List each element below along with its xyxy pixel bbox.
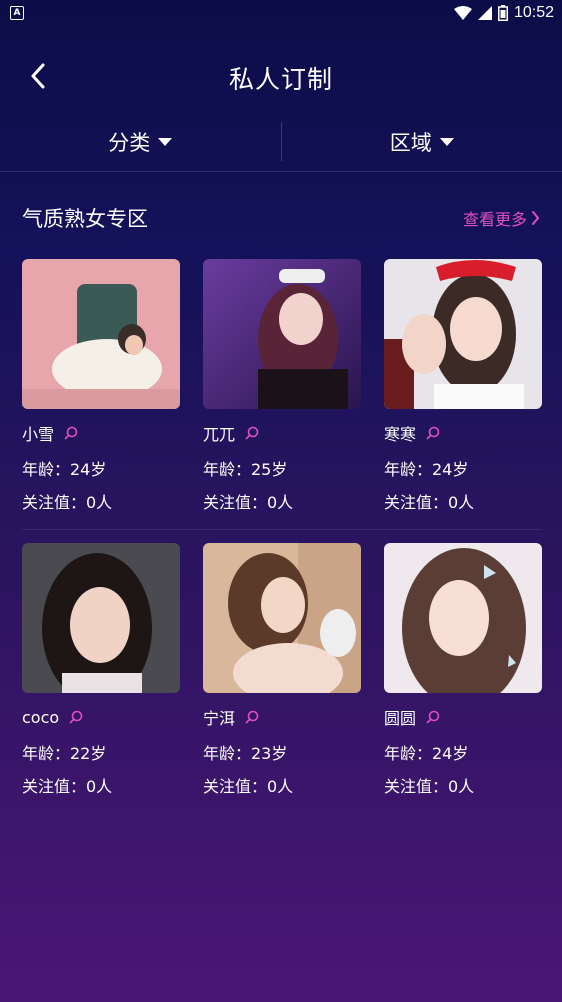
profile-followers: 关注值：0人 bbox=[22, 777, 113, 796]
profile-grid: 小雪 年龄：24岁 关注值：0人 兀兀 年龄：25岁 关注值：0人 寒寒 年龄：… bbox=[22, 259, 542, 827]
status-bar: A 10:52 bbox=[0, 0, 562, 26]
status-time: 10:52 bbox=[513, 4, 554, 21]
filter-bar: 分类 区域 bbox=[0, 112, 562, 172]
profile-followers: 关注值：0人 bbox=[203, 777, 294, 796]
see-more-link[interactable]: 查看更多 bbox=[463, 206, 540, 230]
battery-icon bbox=[497, 5, 508, 21]
chevron-right-icon bbox=[532, 211, 540, 225]
caret-down-icon bbox=[158, 137, 173, 146]
see-more-label: 查看更多 bbox=[462, 210, 527, 229]
notification-icon: A bbox=[10, 6, 24, 20]
profile-photo bbox=[22, 259, 180, 409]
profile-name: 小雪 bbox=[22, 425, 55, 444]
female-icon bbox=[245, 426, 259, 440]
profile-row: 小雪 年龄：24岁 关注值：0人 兀兀 年龄：25岁 关注值：0人 寒寒 年龄：… bbox=[22, 259, 542, 543]
region-filter-label: 区域 bbox=[389, 130, 432, 155]
profile-row: coco 年龄：22岁 关注值：0人 宁洱 年龄：23岁 关注值：0人 圆圆 年… bbox=[22, 543, 542, 827]
female-icon bbox=[245, 710, 259, 724]
profile-age: 年龄：25岁 bbox=[203, 460, 288, 479]
profile-age: 年龄：24岁 bbox=[22, 460, 107, 479]
profile-name: 寒寒 bbox=[384, 425, 417, 444]
wifi-icon bbox=[453, 6, 472, 20]
profile-photo bbox=[203, 259, 361, 409]
row-divider bbox=[22, 529, 542, 530]
profile-name: 兀兀 bbox=[203, 425, 236, 444]
profile-card[interactable]: 宁洱 年龄：23岁 关注值：0人 bbox=[203, 543, 361, 827]
signal-icon bbox=[477, 6, 492, 20]
profile-card[interactable]: 兀兀 年龄：25岁 关注值：0人 bbox=[203, 259, 361, 543]
profile-followers: 关注值：0人 bbox=[203, 493, 294, 512]
profile-card[interactable]: 寒寒 年龄：24岁 关注值：0人 bbox=[384, 259, 542, 543]
section-header: 气质熟女专区 查看更多 bbox=[22, 200, 540, 236]
profile-card[interactable]: 圆圆 年龄：24岁 关注值：0人 bbox=[384, 543, 542, 827]
profile-age: 年龄：22岁 bbox=[22, 744, 107, 763]
female-icon bbox=[426, 710, 440, 724]
profile-name: 圆圆 bbox=[384, 709, 417, 728]
profile-followers: 关注值：0人 bbox=[22, 493, 113, 512]
profile-name: coco bbox=[22, 707, 60, 727]
profile-card[interactable]: coco 年龄：22岁 关注值：0人 bbox=[22, 543, 180, 827]
section-title: 气质熟女专区 bbox=[22, 207, 148, 231]
profile-photo bbox=[384, 543, 542, 693]
profile-followers: 关注值：0人 bbox=[384, 493, 475, 512]
caret-down-icon bbox=[439, 137, 454, 146]
category-filter[interactable]: 分类 bbox=[0, 112, 281, 171]
profile-age: 年龄：23岁 bbox=[203, 744, 288, 763]
profile-photo bbox=[22, 543, 180, 693]
profile-name: 宁洱 bbox=[203, 709, 236, 728]
female-icon bbox=[64, 426, 78, 440]
category-filter-label: 分类 bbox=[108, 130, 151, 155]
female-icon bbox=[69, 710, 83, 724]
female-icon bbox=[426, 426, 440, 440]
profile-followers: 关注值：0人 bbox=[384, 777, 475, 796]
profile-age: 年龄：24岁 bbox=[384, 744, 469, 763]
profile-card[interactable]: 小雪 年龄：24岁 关注值：0人 bbox=[22, 259, 180, 543]
profile-photo bbox=[384, 259, 542, 409]
page-title: 私人订制 bbox=[228, 65, 333, 94]
region-filter[interactable]: 区域 bbox=[282, 112, 562, 171]
profile-age: 年龄：24岁 bbox=[384, 460, 469, 479]
profile-photo bbox=[203, 543, 361, 693]
top-bar: 私人订制 bbox=[0, 48, 562, 104]
